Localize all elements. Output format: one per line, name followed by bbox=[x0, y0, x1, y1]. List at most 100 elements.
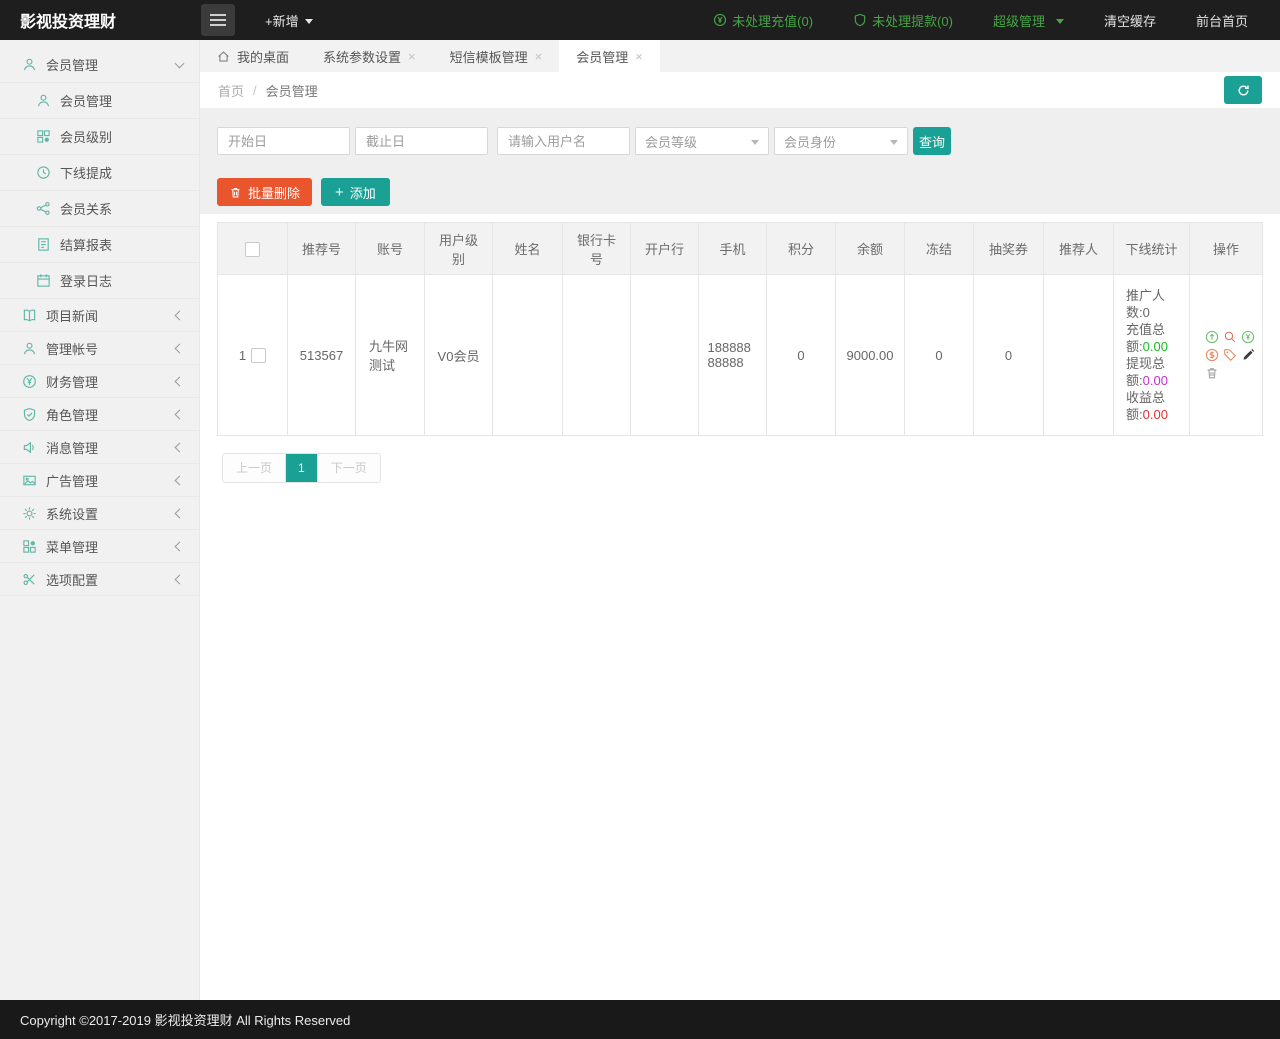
add-button[interactable]: + 添加 bbox=[321, 178, 390, 206]
sidebar-item-downline-commission[interactable]: 下线提成 bbox=[0, 155, 199, 191]
pending-withdraw-label: 未处理提款(0) bbox=[872, 11, 953, 30]
front-home-link[interactable]: 前台首页 bbox=[1196, 11, 1248, 30]
sidebar-item-role-management[interactable]: 角色管理 bbox=[0, 398, 199, 431]
table-row: 1 513567 九牛网测试 V0会员 18888888888 0 bbox=[218, 275, 1263, 436]
clear-cache-link[interactable]: 清空缓存 bbox=[1104, 11, 1156, 30]
header-lottery: 抽奖券 bbox=[974, 223, 1044, 275]
tab-sms-template[interactable]: 短信模板管理 × bbox=[433, 40, 560, 72]
sidebar-item-label: 广告管理 bbox=[46, 471, 176, 490]
sidebar-item-admin-accounts[interactable]: 管理帐号 bbox=[0, 332, 199, 365]
chevron-left-icon bbox=[175, 310, 185, 320]
chevron-down-icon bbox=[890, 140, 898, 145]
current-page-button[interactable]: 1 bbox=[285, 454, 318, 482]
next-page-button[interactable]: 下一页 bbox=[318, 454, 380, 482]
row-checkbox[interactable] bbox=[251, 348, 266, 363]
sidebar-item-message-management[interactable]: 消息管理 bbox=[0, 431, 199, 464]
tab-my-desktop[interactable]: 我的桌面 bbox=[200, 40, 306, 72]
sidebar-item-option-config[interactable]: 选项配置 bbox=[0, 563, 199, 596]
member-level-select-value: 会员等级 bbox=[645, 132, 697, 151]
chevron-left-icon bbox=[175, 574, 185, 584]
breadcrumb-home-link[interactable]: 首页 bbox=[218, 81, 244, 100]
add-label: 添加 bbox=[350, 183, 376, 202]
cell-user-level: V0会员 bbox=[425, 275, 493, 436]
deduct-button[interactable] bbox=[1205, 348, 1219, 362]
delete-button[interactable] bbox=[1205, 366, 1219, 380]
dollar-circle-icon bbox=[1205, 348, 1219, 362]
sidebar-item-menu-management[interactable]: 菜单管理 bbox=[0, 530, 199, 563]
refresh-button[interactable] bbox=[1224, 76, 1262, 104]
tab-label: 系统参数设置 bbox=[323, 47, 401, 66]
sidebar-item-login-log[interactable]: 登录日志 bbox=[0, 263, 199, 299]
report-icon bbox=[36, 237, 51, 252]
edit-button[interactable] bbox=[1241, 348, 1255, 362]
sidebar-item-project-news[interactable]: 项目新闻 bbox=[0, 299, 199, 332]
sidebar-item-finance-management[interactable]: 财务管理 bbox=[0, 365, 199, 398]
search-button[interactable]: 查询 bbox=[913, 127, 951, 155]
action-row: 批量删除 + 添加 bbox=[217, 178, 1262, 206]
chevron-down-icon bbox=[175, 58, 185, 68]
chevron-down-icon bbox=[1056, 19, 1064, 24]
sidebar-item-label: 项目新闻 bbox=[46, 306, 176, 325]
plus-icon: + bbox=[335, 185, 344, 200]
cell-downline-stats: 推广人数:0 充值总额:0.00 提现总额:0.00 收益总额:0.00 bbox=[1114, 275, 1190, 436]
header-referral-no: 推荐号 bbox=[288, 223, 356, 275]
yen-circle-icon bbox=[1241, 330, 1255, 344]
close-icon[interactable]: × bbox=[535, 50, 543, 63]
sidebar-item-member-management[interactable]: 会员管理 bbox=[0, 83, 199, 119]
members-table: 推荐号 账号 用户级别 姓名 银行卡号 开户行 手机 积分 余额 冻结 抽奖券 … bbox=[217, 222, 1263, 436]
header-right: 未处理充值(0) 未处理提款(0) 超级管理 清空缓存 前台首页 bbox=[713, 11, 1280, 30]
tag-button[interactable] bbox=[1223, 348, 1237, 362]
cell-account: 九牛网测试 bbox=[356, 275, 425, 436]
view-button[interactable] bbox=[1223, 330, 1237, 344]
trash-icon bbox=[1205, 366, 1219, 380]
tag-icon bbox=[1223, 348, 1237, 362]
sidebar-item-system-settings[interactable]: 系统设置 bbox=[0, 497, 199, 530]
search-icon bbox=[1223, 330, 1237, 344]
sidebar-item-settlement-report[interactable]: 结算报表 bbox=[0, 227, 199, 263]
image-icon bbox=[22, 473, 37, 488]
batch-delete-button[interactable]: 批量删除 bbox=[217, 178, 312, 206]
tab-system-params[interactable]: 系统参数设置 × bbox=[306, 40, 433, 72]
username-input[interactable] bbox=[497, 127, 630, 155]
breadcrumb: 首页 / 会员管理 bbox=[200, 72, 1280, 108]
cell-phone: 18888888888 bbox=[699, 275, 767, 436]
pending-withdraw-link[interactable]: 未处理提款(0) bbox=[853, 11, 953, 30]
top-header: 影视投资理财 +新增 未处理充值(0) 未处理提款(0) 超级管理 清空缓存 bbox=[0, 0, 1280, 40]
start-date-input[interactable] bbox=[217, 127, 350, 155]
chevron-left-icon bbox=[175, 376, 185, 386]
admin-menu-dropdown[interactable]: 超级管理 bbox=[993, 11, 1064, 30]
book-icon bbox=[22, 308, 37, 323]
cell-points: 0 bbox=[767, 275, 836, 436]
header-downline-stats: 下线统计 bbox=[1114, 223, 1190, 275]
sidebar-toggle-button[interactable] bbox=[201, 4, 235, 36]
prev-page-button[interactable]: 上一页 bbox=[223, 454, 285, 482]
sidebar-item-label: 下线提成 bbox=[60, 163, 183, 182]
member-level-select[interactable]: 会员等级 bbox=[635, 127, 769, 155]
upgrade-button[interactable] bbox=[1205, 330, 1219, 344]
grid-icon bbox=[36, 129, 51, 144]
sidebar-item-member-management-group[interactable]: 会员管理 bbox=[0, 47, 199, 83]
header-bank: 开户行 bbox=[631, 223, 699, 275]
sidebar-item-ad-management[interactable]: 广告管理 bbox=[0, 464, 199, 497]
new-dropdown[interactable]: +新增 bbox=[265, 11, 313, 30]
recharge-button[interactable] bbox=[1241, 330, 1255, 344]
member-identity-select[interactable]: 会员身份 bbox=[774, 127, 908, 155]
downline-promoters: 推广人数:0 bbox=[1126, 287, 1174, 321]
sidebar-item-label: 会员管理 bbox=[60, 91, 183, 110]
tab-member-management[interactable]: 会员管理 × bbox=[559, 40, 660, 72]
header-phone: 手机 bbox=[699, 223, 767, 275]
header-user-level: 用户级别 bbox=[425, 223, 493, 275]
close-icon[interactable]: × bbox=[408, 50, 416, 63]
sidebar-item-member-relations[interactable]: 会员关系 bbox=[0, 191, 199, 227]
sidebar-item-member-level[interactable]: 会员级别 bbox=[0, 119, 199, 155]
pending-recharge-link[interactable]: 未处理充值(0) bbox=[713, 11, 813, 30]
end-date-input[interactable] bbox=[355, 127, 488, 155]
close-icon[interactable]: × bbox=[635, 50, 643, 63]
header-balance: 余额 bbox=[836, 223, 905, 275]
select-all-checkbox[interactable] bbox=[245, 242, 260, 257]
breadcrumb-current: 会员管理 bbox=[266, 81, 318, 100]
chevron-down-icon bbox=[305, 19, 313, 24]
trash-icon bbox=[229, 186, 242, 199]
clock-icon bbox=[36, 165, 51, 180]
sidebar-item-label: 菜单管理 bbox=[46, 537, 176, 556]
